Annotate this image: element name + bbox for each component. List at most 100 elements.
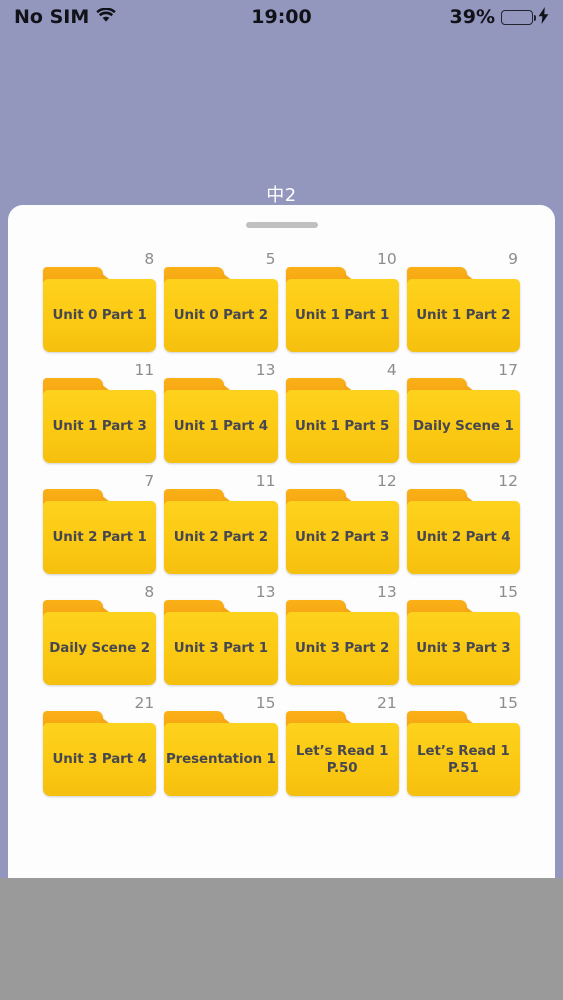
folder-count-badge: 4 [386, 361, 397, 379]
folder-item[interactable]: 15 Unit 3 Part 3 [406, 584, 520, 685]
folder-icon[interactable]: Unit 3 Part 3 [406, 600, 520, 685]
folder-icon[interactable]: Unit 0 Part 1 [43, 267, 157, 352]
bottom-sheet: 8 Unit 0 Part 1 5 Unit 0 Part 2 10 Unit 1 Par… [8, 205, 555, 878]
folder-item[interactable]: 13 Unit 3 Part 1 [164, 583, 278, 685]
folder-count-badge: 11 [255, 472, 276, 490]
folder-label: Daily Scene 1 [413, 419, 514, 434]
folder-label: Let’s Read 1 P.50 [295, 743, 389, 776]
folder-count-badge: 8 [144, 250, 155, 268]
folder-count-badge: 21 [377, 694, 397, 712]
folder-icon[interactable]: Daily Scene 2 [43, 600, 157, 685]
folder-label: Unit 2 Part 2 [173, 530, 268, 545]
folder-body-shape: Unit 3 Part 1 [164, 612, 278, 685]
folder-item[interactable]: 4 Unit 1 Part 5 [285, 361, 399, 463]
folder-icon[interactable]: Unit 0 Part 2 [164, 267, 278, 352]
folder-body-shape: Unit 1 Part 2 [406, 279, 520, 352]
folder-icon[interactable]: Daily Scene 1 [406, 378, 520, 463]
battery-icon [501, 9, 536, 25]
folder-icon[interactable]: Unit 2 Part 3 [285, 489, 399, 574]
folder-icon[interactable]: Unit 1 Part 4 [164, 378, 278, 463]
folder-item[interactable]: 11 Unit 2 Part 2 [164, 472, 278, 574]
folder-count-badge: 5 [265, 250, 276, 268]
folder-item[interactable]: 8 Unit 0 Part 1 [43, 250, 157, 352]
folder-label: Daily Scene 2 [49, 641, 150, 656]
folder-label: Unit 3 Part 3 [416, 641, 511, 656]
folder-item[interactable]: 13 Unit 1 Part 4 [164, 361, 278, 463]
folder-item[interactable]: 15 Presentation 1 [164, 694, 278, 796]
folder-icon[interactable]: Unit 1 Part 5 [285, 378, 399, 463]
folder-body-shape: Unit 0 Part 1 [43, 279, 157, 352]
folder-icon[interactable]: Unit 3 Part 4 [43, 711, 157, 796]
folder-count-badge: 13 [255, 361, 276, 379]
folder-label: Unit 2 Part 1 [52, 530, 147, 545]
folder-item[interactable]: 13 Unit 3 Part 2 [285, 583, 399, 685]
folder-label: Unit 0 Part 1 [52, 308, 147, 323]
folder-count-badge: 11 [134, 361, 155, 379]
folder-item[interactable]: 8 Daily Scene 2 [43, 584, 157, 685]
folder-body-shape: Presentation 1 [164, 723, 278, 796]
folder-icon[interactable]: Let’s Read 1 P.51 [406, 711, 520, 796]
folder-label: Unit 2 Part 4 [416, 530, 511, 545]
folder-label: Unit 0 Part 2 [173, 308, 268, 323]
folder-label: Unit 3 Part 1 [173, 641, 268, 656]
folder-icon[interactable]: Unit 1 Part 1 [285, 267, 399, 352]
folder-body-shape: Daily Scene 1 [406, 390, 520, 463]
folder-body-shape: Unit 1 Part 1 [285, 279, 399, 352]
folder-body-shape: Unit 1 Part 5 [285, 390, 399, 463]
folder-label: Presentation 1 [165, 752, 276, 767]
folder-body-shape: Unit 2 Part 2 [164, 501, 278, 574]
folder-count-badge: 15 [255, 694, 276, 712]
sheet-title: 中2 [266, 185, 297, 206]
folder-icon[interactable]: Unit 3 Part 2 [285, 600, 399, 685]
folder-item[interactable]: 10 Unit 1 Part 1 [285, 250, 399, 352]
folder-count-badge: 13 [377, 583, 397, 601]
folder-item[interactable]: 15 Let’s Read 1 P.51 [406, 694, 520, 796]
folder-body-shape: Daily Scene 2 [43, 612, 157, 685]
folder-item[interactable]: 7 Unit 2 Part 1 [43, 473, 157, 574]
folder-item[interactable]: 21 Unit 3 Part 4 [43, 694, 157, 796]
folder-item[interactable]: 11 Unit 1 Part 3 [43, 361, 157, 463]
folder-item[interactable]: 9 Unit 1 Part 2 [406, 251, 520, 352]
folder-body-shape: Unit 1 Part 4 [164, 390, 278, 463]
folder-icon[interactable]: Presentation 1 [164, 711, 278, 796]
folder-body-shape: Unit 2 Part 4 [406, 501, 520, 574]
folder-item[interactable]: 21 Let’s Read 1 P.50 [285, 694, 399, 796]
folder-grid: 8 Unit 0 Part 1 5 Unit 0 Part 2 10 Unit 1 Par… [8, 251, 555, 796]
folder-item[interactable]: 12 Unit 2 Part 4 [406, 472, 520, 574]
folder-icon[interactable]: Let’s Read 1 P.50 [285, 711, 399, 796]
folder-count-badge: 12 [377, 472, 397, 490]
folder-count-badge: 13 [255, 583, 276, 601]
folder-count-badge: 12 [498, 472, 518, 490]
sheet-grabber-handle[interactable] [245, 222, 318, 228]
folder-label: Unit 1 Part 3 [52, 419, 147, 434]
folder-icon[interactable]: Unit 3 Part 1 [164, 600, 278, 685]
charging-bolt-icon [538, 6, 549, 28]
folder-body-shape: Unit 2 Part 1 [43, 501, 157, 574]
folder-item[interactable]: 17 Daily Scene 1 [406, 361, 520, 463]
status-bar: No SIM 19:00 39% [0, 0, 563, 34]
folder-count-badge: 17 [498, 361, 518, 379]
status-bar-right: 39% [450, 6, 549, 28]
folder-label: Unit 1 Part 5 [295, 419, 390, 434]
folder-body-shape: Unit 3 Part 2 [285, 612, 399, 685]
folder-icon[interactable]: Unit 2 Part 1 [43, 489, 157, 574]
folder-count-badge: 10 [377, 250, 397, 268]
folder-count-badge: 21 [134, 694, 155, 712]
folder-item[interactable]: 12 Unit 2 Part 3 [285, 472, 399, 574]
folder-label: Unit 1 Part 2 [416, 308, 511, 323]
folder-icon[interactable]: Unit 1 Part 3 [43, 378, 157, 463]
folder-label: Unit 1 Part 1 [295, 308, 390, 323]
folder-icon[interactable]: Unit 1 Part 2 [406, 267, 520, 352]
folder-icon[interactable]: Unit 2 Part 2 [164, 489, 278, 574]
folder-body-shape: Unit 3 Part 4 [43, 723, 157, 796]
folder-body-shape: Unit 1 Part 3 [43, 390, 157, 463]
folder-item[interactable]: 5 Unit 0 Part 2 [164, 250, 278, 352]
folder-label: Unit 3 Part 4 [52, 752, 147, 767]
folder-count-badge: 15 [498, 694, 518, 712]
folder-body-shape: Unit 0 Part 2 [164, 279, 278, 352]
bottom-gray-area [0, 878, 563, 1000]
battery-percent-label: 39% [449, 6, 495, 28]
folder-icon[interactable]: Unit 2 Part 4 [406, 489, 520, 574]
folder-label: Unit 1 Part 4 [173, 419, 268, 434]
folder-label: Let’s Read 1 P.51 [417, 743, 510, 776]
